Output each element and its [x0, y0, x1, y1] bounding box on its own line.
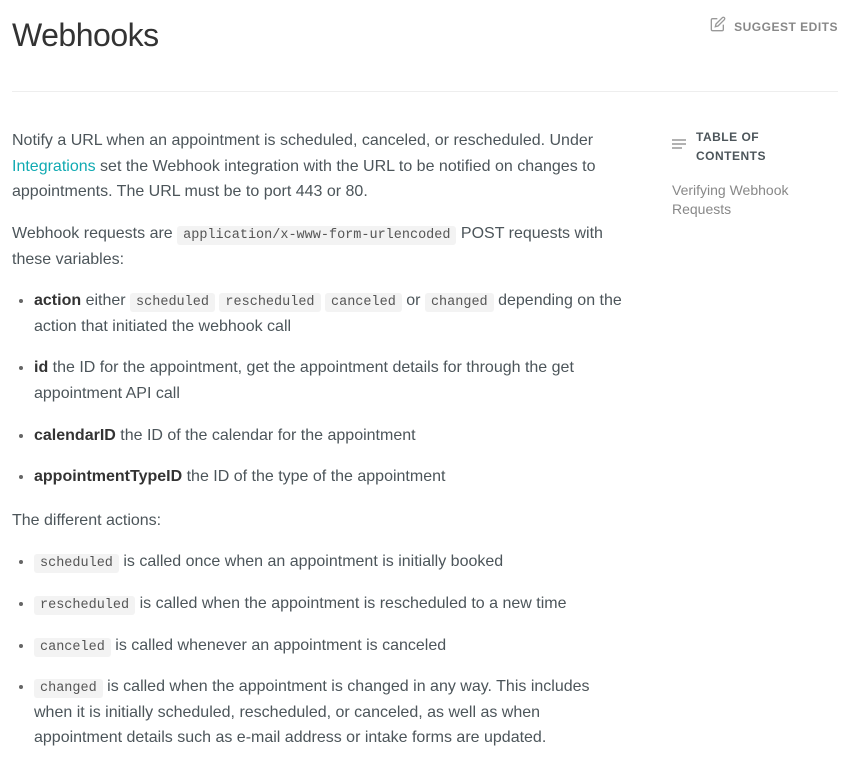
var-name: calendarID — [34, 427, 116, 444]
var-text: the ID of the type of the appointment — [182, 468, 445, 485]
table-of-contents: TABLE OF CONTENTS Verifying Webhook Requ… — [672, 128, 832, 769]
var-text: the ID for the appointment, get the appo… — [34, 359, 574, 402]
toc-link-verifying[interactable]: Verifying Webhook Requests — [672, 181, 832, 220]
action-text: is called when the appointment is resche… — [135, 595, 566, 612]
page-title: Webhooks — [12, 10, 159, 61]
intro-text: set the Webhook integration with the URL… — [12, 158, 595, 201]
code-value: scheduled — [34, 554, 119, 573]
var-text: or — [402, 292, 425, 309]
integrations-link[interactable]: Integrations — [12, 158, 96, 175]
code-value: changed — [34, 679, 103, 698]
var-text: either — [81, 292, 130, 309]
intro-text: Webhook requests are — [12, 225, 177, 242]
variables-list: action either scheduled rescheduled canc… — [12, 288, 632, 490]
var-name: action — [34, 292, 81, 309]
action-text: is called whenever an appointment is can… — [111, 637, 446, 654]
list-item: calendarID the ID of the calendar for th… — [34, 423, 632, 449]
list-item: appointmentTypeID the ID of the type of … — [34, 464, 632, 490]
list-item: canceled is called whenever an appointme… — [34, 633, 632, 659]
main-content: Notify a URL when an appointment is sche… — [12, 128, 632, 769]
action-text: is called when the appointment is change… — [34, 678, 590, 746]
code-value: canceled — [325, 293, 402, 312]
list-item: changed is called when the appointment i… — [34, 674, 632, 751]
list-item: scheduled is called once when an appoint… — [34, 549, 632, 575]
action-text: is called once when an appointment is in… — [119, 553, 503, 570]
code-value: changed — [425, 293, 494, 312]
list-item: id the ID for the appointment, get the a… — [34, 355, 632, 406]
intro-paragraph-2: Webhook requests are application/x-www-f… — [12, 221, 632, 272]
var-text: the ID of the calendar for the appointme… — [116, 427, 416, 444]
intro-paragraph-1: Notify a URL when an appointment is sche… — [12, 128, 632, 205]
suggest-edits-button[interactable]: SUGGEST EDITS — [710, 10, 838, 38]
toc-title: TABLE OF CONTENTS — [696, 128, 832, 166]
actions-intro: The different actions: — [12, 508, 632, 534]
toc-icon — [672, 138, 686, 157]
var-name: appointmentTypeID — [34, 468, 182, 485]
code-value: scheduled — [130, 293, 215, 312]
content-type-code: application/x-www-form-urlencoded — [177, 226, 456, 245]
intro-text: Notify a URL when an appointment is sche… — [12, 132, 593, 149]
edit-icon — [710, 16, 726, 38]
actions-list: scheduled is called once when an appoint… — [12, 549, 632, 751]
list-item: rescheduled is called when the appointme… — [34, 591, 632, 617]
code-value: rescheduled — [34, 596, 135, 615]
list-item: action either scheduled rescheduled canc… — [34, 288, 632, 339]
var-name: id — [34, 359, 48, 376]
code-value: rescheduled — [219, 293, 320, 312]
suggest-edits-label: SUGGEST EDITS — [734, 18, 838, 37]
code-value: canceled — [34, 638, 111, 657]
